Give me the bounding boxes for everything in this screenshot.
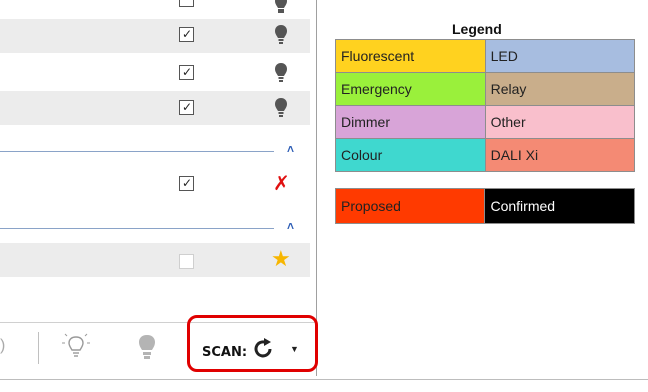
status-divider xyxy=(0,379,648,380)
list-item[interactable]: ✓ xyxy=(0,55,310,89)
check-icon: ✓ xyxy=(182,65,193,79)
dropdown-arrow-icon[interactable]: ▼ xyxy=(290,344,299,354)
row-checkbox[interactable] xyxy=(179,0,194,7)
list-item[interactable]: ✓ ✗ xyxy=(0,166,310,200)
list-item[interactable]: ✓ xyxy=(0,19,310,53)
list-item[interactable]: ✓ xyxy=(0,91,310,125)
bulb-icon xyxy=(275,0,287,13)
row-checkbox[interactable] xyxy=(179,254,194,269)
group-separator xyxy=(0,151,274,152)
row-checkbox[interactable]: ✓ xyxy=(179,27,194,42)
star-icon: ★ xyxy=(271,246,291,271)
bottom-toolbar: ) SCAN: ▼ xyxy=(0,315,318,376)
group-separator xyxy=(0,228,274,229)
legend-cell: Fluorescent xyxy=(335,39,486,73)
legend-cell: LED xyxy=(484,39,636,73)
status-cell: Confirmed xyxy=(484,188,635,224)
scan-label: SCAN: xyxy=(202,345,248,360)
legend-cell: Relay xyxy=(484,72,636,106)
refresh-icon[interactable] xyxy=(251,337,275,361)
chevron-up-icon[interactable]: ˄ xyxy=(287,142,294,156)
fixture-list: ✓ ✓ ✓ ˄ ✓ ✗ ˄ ★ xyxy=(0,0,316,322)
bulb-filled-icon[interactable] xyxy=(134,332,160,362)
legend-cell: Colour xyxy=(335,138,486,172)
list-item[interactable] xyxy=(0,0,310,13)
bulb-icon xyxy=(275,63,287,82)
bulb-icon xyxy=(275,25,287,44)
legend-row: Colour DALI Xi xyxy=(335,138,636,172)
row-checkbox[interactable]: ✓ xyxy=(179,65,194,80)
chevron-up-icon[interactable]: ˄ xyxy=(287,219,294,233)
legend-row: Fluorescent LED xyxy=(335,39,636,73)
row-checkbox[interactable]: ✓ xyxy=(179,100,194,115)
bulb-outline-icon[interactable] xyxy=(61,332,91,362)
status-legend: Proposed Confirmed xyxy=(334,188,635,224)
check-icon: ✓ xyxy=(182,100,193,114)
status-cell: Proposed xyxy=(334,188,486,224)
partial-icon[interactable]: ) xyxy=(0,337,5,355)
legend-cell: DALI Xi xyxy=(484,138,636,172)
legend-cell: Other xyxy=(484,105,636,139)
legend-table: Fluorescent LED Emergency Relay Dimmer Other C… xyxy=(335,39,636,172)
legend-row: Dimmer Other xyxy=(335,105,636,139)
row-checkbox[interactable]: ✓ xyxy=(179,176,194,191)
legend-row: Emergency Relay xyxy=(335,72,636,106)
legend-cell: Emergency xyxy=(335,72,486,106)
bulb-icon xyxy=(275,98,287,117)
toolbar-separator xyxy=(38,332,39,364)
check-icon: ✓ xyxy=(182,176,193,190)
dali-x-icon: ✗ xyxy=(273,173,290,195)
check-icon: ✓ xyxy=(182,27,193,41)
legend-cell: Dimmer xyxy=(335,105,486,139)
legend-title: Legend xyxy=(452,21,502,37)
list-item[interactable]: ★ xyxy=(0,243,310,277)
